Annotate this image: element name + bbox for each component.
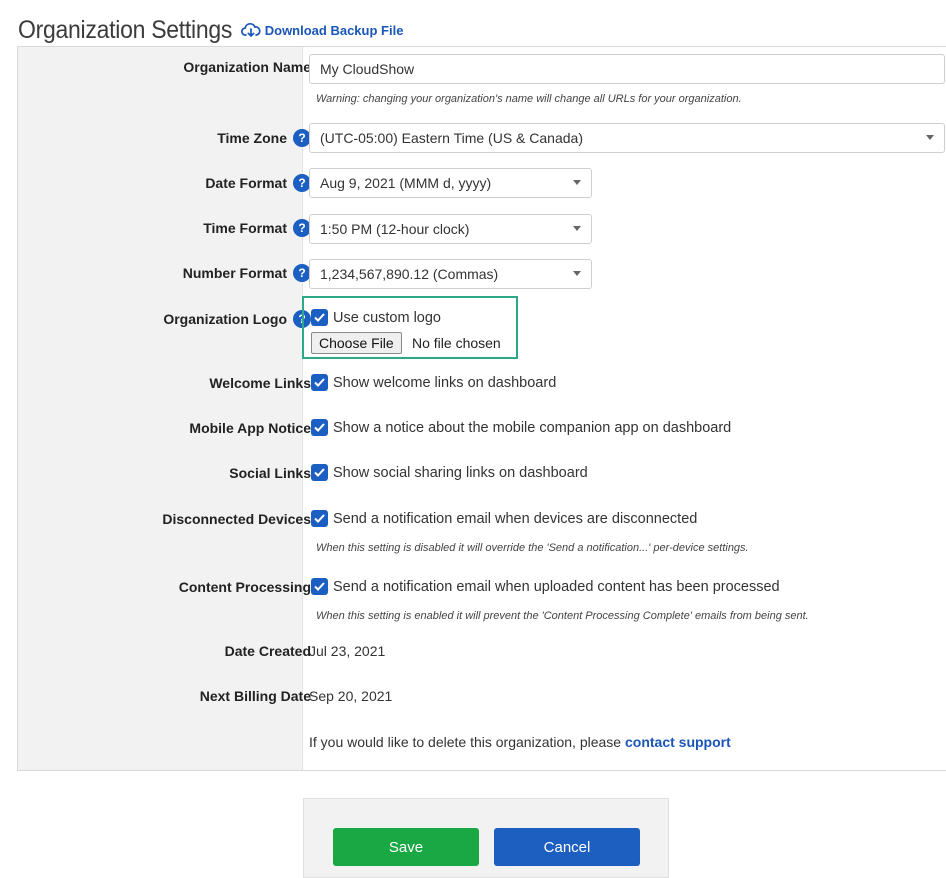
org-logo-label: Organization Logo? <box>163 310 311 328</box>
time-format-label: Time Format? <box>203 219 311 237</box>
date-format-label: Date Format? <box>205 174 311 192</box>
date-format-select[interactable]: Aug 9, 2021 (MMM d, yyyy) <box>309 168 592 198</box>
mobile-app-notice-label: Mobile App Notice <box>189 420 311 436</box>
org-name-warning: Warning: changing your organization's na… <box>316 93 742 105</box>
content-processing-hint: When this setting is enabled it will pre… <box>316 610 809 622</box>
chevron-down-icon <box>573 226 581 231</box>
next-billing-label: Next Billing Date <box>199 688 311 704</box>
settings-panel <box>17 46 946 771</box>
mobile-app-notice-checkbox[interactable]: Show a notice about the mobile companion… <box>311 419 731 436</box>
no-file-chosen-text: No file chosen <box>412 335 501 351</box>
social-links-text: Show social sharing links on dashboard <box>333 464 588 481</box>
download-backup-label: Download Backup File <box>264 22 404 38</box>
save-button[interactable]: Save <box>333 828 479 866</box>
delete-org-notice: If you would like to delete this organiz… <box>309 734 731 750</box>
checkbox-checked-icon[interactable] <box>311 464 328 481</box>
chevron-down-icon <box>573 180 581 185</box>
time-zone-label: Time Zone? <box>217 129 311 147</box>
org-name-label: Organization Name <box>183 59 311 75</box>
disconnected-devices-label: Disconnected Devices <box>162 511 311 527</box>
custom-logo-checkbox[interactable]: Use custom logo <box>311 309 441 326</box>
disconnected-devices-checkbox[interactable]: Send a notification email when devices a… <box>311 510 697 527</box>
time-zone-select[interactable]: (UTC-05:00) Eastern Time (US & Canada) <box>309 123 945 153</box>
number-format-label: Number Format? <box>183 264 311 282</box>
contact-support-link[interactable]: contact support <box>625 734 731 750</box>
cancel-button[interactable]: Cancel <box>494 828 640 866</box>
content-processing-text: Send a notification email when uploaded … <box>333 578 780 595</box>
checkbox-checked-icon[interactable] <box>311 309 328 326</box>
mobile-app-notice-text: Show a notice about the mobile companion… <box>333 419 732 436</box>
delete-notice-text: If you would like to delete this organiz… <box>309 734 625 750</box>
date-created-value: Jul 23, 2021 <box>309 643 386 659</box>
number-format-select[interactable]: 1,234,567,890.12 (Commas) <box>309 259 592 289</box>
checkbox-checked-icon[interactable] <box>311 419 328 436</box>
choose-file-button[interactable]: Choose File <box>311 332 402 354</box>
welcome-links-label: Welcome Links <box>209 375 311 391</box>
org-name-input[interactable]: My CloudShow <box>309 54 945 84</box>
checkbox-checked-icon[interactable] <box>311 374 328 391</box>
checkbox-checked-icon[interactable] <box>311 578 328 595</box>
time-format-select[interactable]: 1:50 PM (12-hour clock) <box>309 214 592 244</box>
content-processing-label: Content Processing <box>178 579 311 595</box>
label-column <box>18 47 303 770</box>
custom-logo-label: Use custom logo <box>333 309 441 326</box>
chevron-down-icon <box>926 135 934 140</box>
content-processing-checkbox[interactable]: Send a notification email when uploaded … <box>311 578 780 595</box>
social-links-checkbox[interactable]: Show social sharing links on dashboard <box>311 464 588 481</box>
page-title: Organization Settings <box>18 15 233 44</box>
download-backup-link[interactable]: Download Backup File <box>240 22 404 38</box>
page-header: Organization Settings Download Backup Fi… <box>18 12 403 48</box>
welcome-links-checkbox[interactable]: Show welcome links on dashboard <box>311 374 556 391</box>
disconnected-devices-hint: When this setting is disabled it will ov… <box>316 542 749 554</box>
date-created-label: Date Created <box>224 643 311 659</box>
cloud-download-icon <box>240 22 261 37</box>
disconnected-devices-text: Send a notification email when devices a… <box>333 510 698 527</box>
welcome-links-text: Show welcome links on dashboard <box>333 374 557 391</box>
social-links-label: Social Links <box>229 465 311 481</box>
next-billing-value: Sep 20, 2021 <box>309 688 393 704</box>
checkbox-checked-icon[interactable] <box>311 510 328 527</box>
chevron-down-icon <box>573 271 581 276</box>
